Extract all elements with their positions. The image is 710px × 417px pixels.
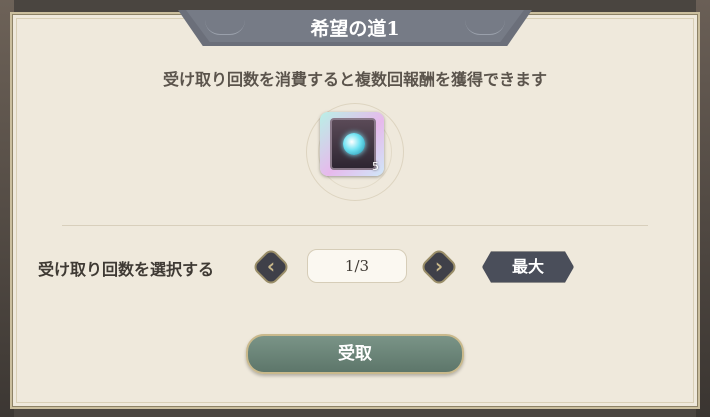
reward-item-count: 5 [372,160,379,173]
chevron-right-icon: › [434,254,444,278]
increase-button[interactable]: › [419,247,459,287]
book-gem-icon [343,133,365,155]
claim-count-label: 受け取り回数を選択する [38,260,215,279]
max-button[interactable]: 最大 [482,251,574,283]
dialog-description: 受け取り回数を消費すると複数回報酬を獲得できます [162,70,547,89]
receive-button[interactable]: 受取 [246,334,464,374]
chevron-left-icon: ‹ [266,254,276,278]
divider [62,225,648,226]
dialog-title: 希望の道1 [310,18,400,40]
decrease-button[interactable]: ‹ [251,247,291,287]
claim-count-field[interactable]: 1/3 [307,249,407,283]
